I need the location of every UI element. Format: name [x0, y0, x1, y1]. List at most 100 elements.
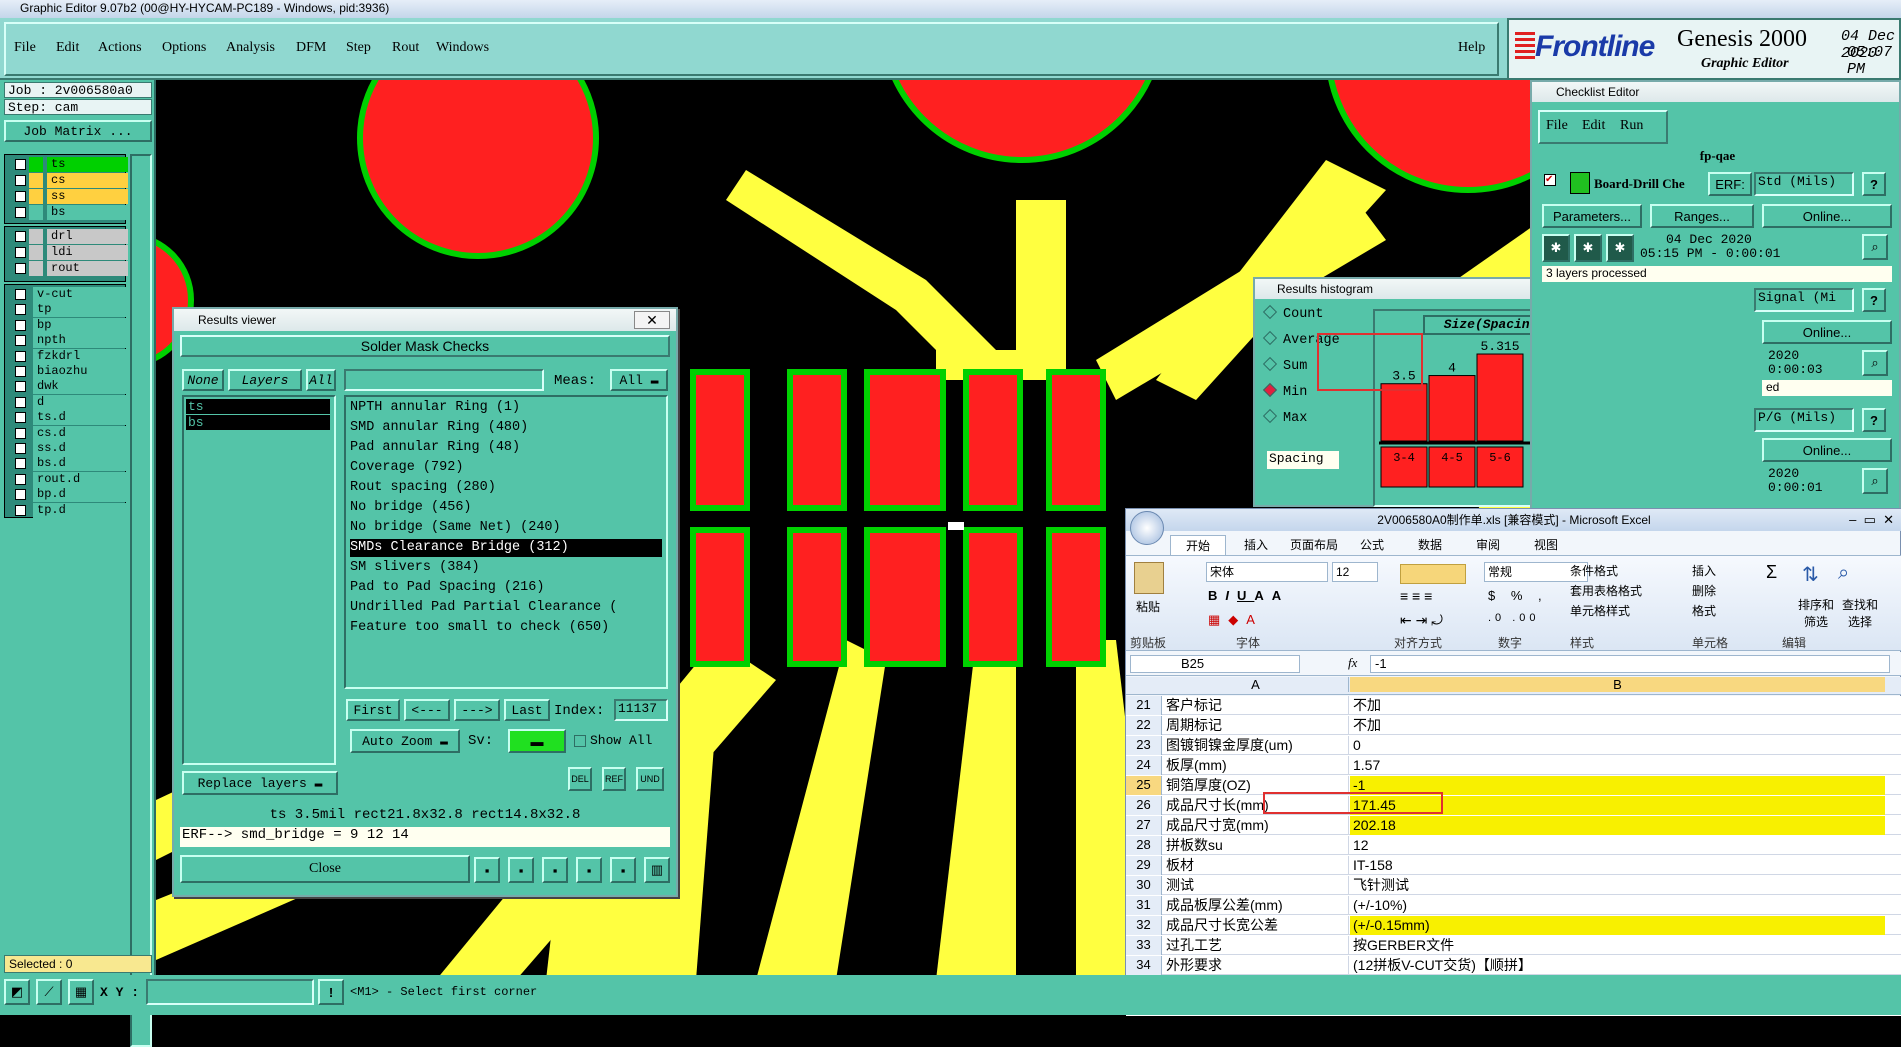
cell-b[interactable]: 1.57	[1350, 756, 1885, 775]
layer-checkbox[interactable]	[15, 247, 26, 258]
fx-icon[interactable]: fx	[1348, 655, 1357, 671]
ribbon-tab[interactable]: 数据	[1402, 535, 1458, 555]
prev-button[interactable]: <---	[404, 699, 450, 721]
ranges-button[interactable]: Ranges...	[1650, 204, 1754, 228]
sum-icon[interactable]: Σ	[1766, 562, 1777, 583]
menu-options[interactable]: Options	[162, 40, 206, 56]
pg-field[interactable]: P/G (Mils)	[1754, 408, 1854, 432]
style-item[interactable]: 条件格式	[1570, 562, 1618, 579]
row-number[interactable]: 22	[1126, 716, 1162, 735]
layer-row-tp[interactable]: tp	[13, 302, 128, 318]
layer-checkbox[interactable]	[15, 366, 26, 377]
layer-row-tp.d[interactable]: tp.d	[13, 502, 128, 518]
first-button[interactable]: First	[346, 699, 400, 721]
check-item[interactable]: SMDs Clearance Bridge (312)	[350, 539, 662, 557]
cell-b[interactable]: (12拼板V-CUT交货)【顺拼】	[1350, 956, 1885, 975]
menu-step[interactable]: Step	[346, 40, 371, 56]
layer-row-drl[interactable]: drl	[13, 229, 128, 244]
layer-row-bp[interactable]: bp	[13, 317, 128, 333]
layer-scrollbar[interactable]	[130, 154, 152, 1047]
row1-checkbox[interactable]: ✔	[1544, 174, 1556, 186]
ribbon-tab[interactable]: 插入	[1228, 535, 1284, 555]
index-field[interactable]: 11137	[614, 699, 668, 721]
layer-row-ts.d[interactable]: ts.d	[13, 410, 128, 426]
menu-help[interactable]: Help	[1458, 40, 1485, 56]
layer-checkbox[interactable]	[15, 427, 26, 439]
menu-rout[interactable]: Rout	[392, 40, 419, 56]
undo-icon[interactable]: UND	[636, 767, 664, 791]
row-number[interactable]: 26	[1126, 796, 1162, 815]
layer-row-bp.d[interactable]: bp.d	[13, 487, 128, 503]
run2-icon[interactable]: ✱	[1574, 234, 1602, 262]
check-item[interactable]: SM slivers (384)	[350, 559, 480, 577]
check-item[interactable]: Coverage (792)	[350, 459, 463, 477]
hist-option-max[interactable]: Max	[1262, 408, 1307, 431]
zoom1-icon[interactable]: ⌕	[1862, 234, 1888, 260]
hist-bar[interactable]	[1428, 375, 1476, 442]
layer-row-v-cut[interactable]: v-cut	[13, 287, 128, 302]
layer-checkbox[interactable]	[15, 191, 26, 202]
ribbon-tab[interactable]: 页面布局	[1286, 535, 1342, 555]
layer-row-ss[interactable]: ss	[13, 189, 128, 204]
zoom-area-icon[interactable]: ◩	[4, 979, 30, 1005]
cell-a[interactable]: 图镀铜镍金厚度(um)	[1163, 736, 1349, 755]
cell-item[interactable]: 插入	[1692, 562, 1716, 579]
font-name-select[interactable]: 宋体	[1206, 562, 1328, 582]
ribbon-tab[interactable]: 公式	[1344, 535, 1400, 555]
rv-layer-item[interactable]: ts	[186, 399, 330, 414]
ref-icon[interactable]: REF	[602, 767, 626, 791]
cell-item[interactable]: 格式	[1692, 602, 1716, 619]
layer-checkbox[interactable]	[15, 458, 26, 470]
column-a-header[interactable]: A	[1163, 677, 1349, 692]
layer-checkbox[interactable]	[15, 381, 26, 393]
cell-a[interactable]: 外形要求	[1163, 956, 1349, 975]
show-all-checkbox[interactable]	[574, 735, 586, 747]
cell-b[interactable]: 飞针测试	[1350, 876, 1885, 895]
cell-b[interactable]: (+/-10%)	[1350, 896, 1885, 915]
none-button[interactable]: None	[182, 369, 224, 391]
cell-b[interactable]: 不加	[1350, 696, 1885, 715]
decimal-icons[interactable]: .0 .00	[1488, 612, 1540, 624]
run1-icon[interactable]: ✱	[1542, 234, 1570, 262]
help3-icon[interactable]: ?	[1862, 408, 1886, 432]
layer-row-bs[interactable]: bs	[13, 205, 128, 220]
layer-checkbox[interactable]	[15, 350, 26, 362]
layer-checkbox[interactable]	[15, 489, 26, 501]
hist-option-min[interactable]: Min	[1262, 382, 1307, 405]
layer-checkbox[interactable]	[15, 319, 26, 331]
formula-input[interactable]: -1	[1370, 655, 1890, 673]
layers-button[interactable]: Layers	[228, 369, 302, 391]
cell-b[interactable]: IT-158	[1350, 856, 1885, 875]
hist-option-sum[interactable]: Sum	[1262, 356, 1307, 379]
layer-row-rout.d[interactable]: rout.d	[13, 471, 128, 487]
check-item[interactable]: SMD annular Ring (480)	[350, 419, 528, 437]
layer-checkbox[interactable]	[15, 473, 26, 485]
window-controls-icon[interactable]: – ▭ ✕	[1849, 509, 1894, 531]
font-size-select[interactable]: 12	[1332, 562, 1378, 582]
column-b-header[interactable]: B	[1350, 677, 1885, 692]
layer-row-fzkdrl[interactable]: fzkdrl	[13, 348, 128, 364]
cell-a[interactable]: 测试	[1163, 876, 1349, 895]
cell-a[interactable]: 成品尺寸长宽公差	[1163, 916, 1349, 935]
align-icons[interactable]: ≡ ≡ ≡	[1400, 588, 1466, 608]
row-number[interactable]: 28	[1126, 836, 1162, 855]
xy-input[interactable]	[146, 979, 314, 1005]
cl-menu-run[interactable]: Run	[1620, 118, 1643, 134]
layer-checkbox[interactable]	[15, 159, 26, 170]
layer-checkbox[interactable]	[15, 412, 26, 424]
check-item[interactable]: Feature too small to check (650)	[350, 619, 609, 637]
layer-checkbox[interactable]	[15, 504, 26, 516]
check-item[interactable]: No bridge (456)	[350, 499, 472, 517]
tool4-icon[interactable]: ▪	[576, 857, 602, 883]
cell-a[interactable]: 过孔工艺	[1163, 936, 1349, 955]
font-style-icons[interactable]: BIUAA	[1208, 588, 1289, 603]
run3-icon[interactable]: ✱	[1606, 234, 1634, 262]
office-button-icon[interactable]	[1130, 511, 1164, 545]
help1-icon[interactable]: ?	[1862, 172, 1886, 196]
rv-layer-item[interactable]: bs	[186, 415, 330, 430]
layer-checkbox[interactable]	[15, 289, 26, 300]
zoom2-icon[interactable]: ⌕	[1862, 350, 1888, 376]
menu-actions[interactable]: Actions	[98, 40, 142, 56]
tool2-icon[interactable]: ▪	[508, 857, 534, 883]
check-item[interactable]: Pad to Pad Spacing (216)	[350, 579, 544, 597]
